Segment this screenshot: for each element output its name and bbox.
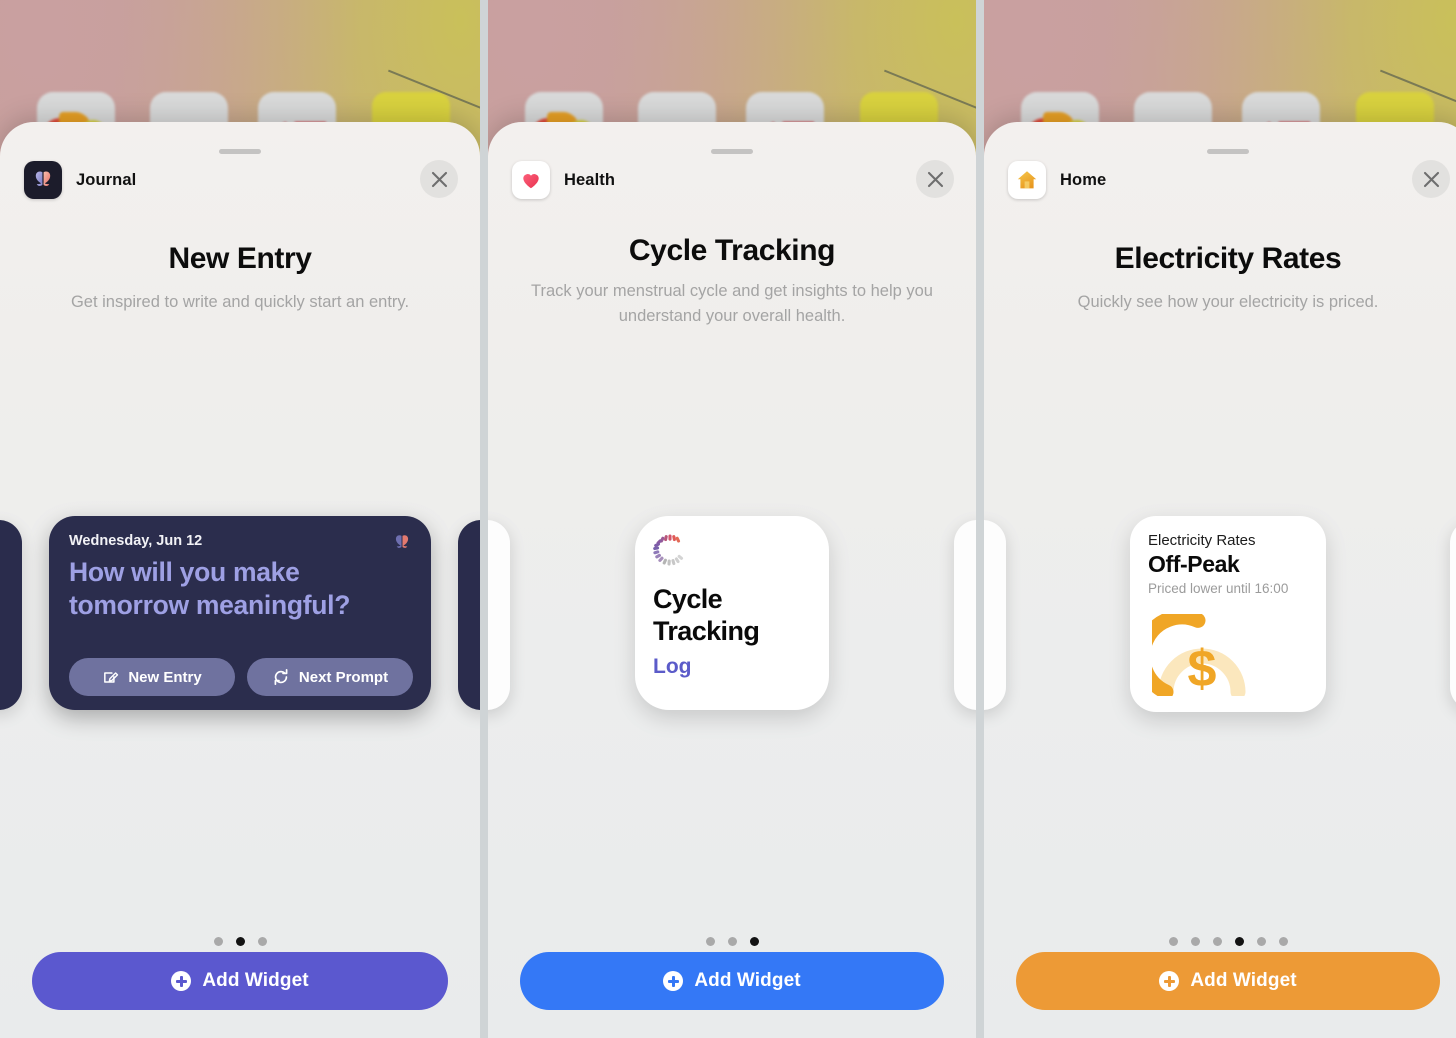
close-icon	[431, 171, 447, 187]
refresh-icon	[274, 668, 288, 686]
sheet-header: Journal	[24, 160, 458, 200]
page-dot-active[interactable]	[1234, 937, 1244, 946]
add-widget-label: Add Widget	[202, 970, 309, 991]
health-app-icon	[512, 161, 550, 199]
home-app-icon	[1008, 161, 1046, 199]
page-indicator-dots[interactable]	[984, 937, 1456, 946]
app-name-label: Health	[564, 170, 616, 189]
widget-rate-detail: Priced lower until 16:00	[1148, 581, 1289, 596]
widget-next-prompt-label: Next Prompt	[298, 668, 389, 686]
page-subtitle: Quickly see how your electricity is pric…	[1077, 293, 1379, 311]
page-title: Electricity Rates	[1114, 242, 1342, 275]
app-name-label: Home	[1060, 170, 1107, 189]
cycle-tracking-widget-preview[interactable]: Cycle Tracking Log	[635, 516, 829, 710]
plus-circle-icon	[663, 971, 684, 991]
widget-prompt-text: How will you make tomorrow meaningful?	[69, 557, 351, 620]
page-dot[interactable]	[1168, 937, 1178, 946]
plus-circle-icon	[171, 971, 192, 991]
add-widget-button[interactable]: Add Widget	[1016, 952, 1440, 1010]
journal-logo-icon	[391, 532, 413, 554]
health-heart-icon	[523, 174, 539, 189]
sheet-grabber[interactable]	[711, 149, 753, 154]
widget-sheet-home: Home Electricity Rates Quickly see how y…	[984, 122, 1456, 1038]
page-subtitle: Get inspired to write and quickly start …	[70, 293, 410, 311]
add-widget-button[interactable]: Add Widget	[32, 952, 448, 1010]
page-dot[interactable]	[1256, 937, 1266, 946]
plus-circle-icon	[1159, 971, 1180, 991]
widget-rate-state: Off-Peak	[1148, 551, 1240, 577]
panel-divider	[480, 0, 488, 1038]
cycle-ring-icon	[653, 534, 684, 566]
page-dot[interactable]	[257, 937, 267, 946]
close-button[interactable]	[420, 160, 458, 198]
widget-next-prompt-button[interactable]: Next Prompt	[247, 658, 413, 696]
panel-divider	[976, 0, 984, 1038]
page-dot[interactable]	[727, 937, 737, 946]
widget-new-entry-label: New Entry	[128, 668, 202, 686]
widget-picker-screenshots: Journal New Entry Get inspired to write …	[0, 0, 1456, 1038]
widget-log-action[interactable]: Log	[653, 655, 813, 679]
sheet-header: Health	[512, 160, 954, 200]
widget-new-entry-button[interactable]: New Entry	[69, 658, 235, 696]
page-indicator-dots[interactable]	[0, 937, 480, 946]
add-widget-label: Add Widget	[694, 970, 801, 991]
carousel-peek-right[interactable]	[954, 520, 976, 710]
page-dot-active[interactable]	[749, 937, 759, 946]
sheet-grabber[interactable]	[1207, 149, 1249, 154]
widget-sheet-journal: Journal New Entry Get inspired to write …	[0, 122, 480, 1038]
add-widget-button[interactable]: Add Widget	[520, 952, 944, 1010]
journal-prompt-widget-preview[interactable]: Wednesday, Jun 12 How will you make tomo…	[49, 516, 431, 710]
svg-text:$: $	[1188, 640, 1217, 696]
carousel-peek-left[interactable]	[0, 520, 22, 710]
page-indicator-dots[interactable]	[488, 937, 976, 946]
widget-label: Electricity Rates	[1148, 532, 1256, 549]
carousel-peek-left[interactable]	[488, 520, 510, 710]
widget-title: Cycle Tracking	[653, 584, 760, 646]
page-dot[interactable]	[1212, 937, 1222, 946]
app-name-label: Journal	[76, 170, 137, 189]
widget-carousel[interactable]: Electricity Rates Off-Peak Priced lower …	[984, 512, 1456, 722]
sheet-header: Home	[1008, 160, 1450, 200]
carousel-peek-left[interactable]	[984, 520, 1006, 710]
page-dot[interactable]	[705, 937, 715, 946]
sheet-grabber[interactable]	[219, 149, 261, 154]
electricity-rates-widget-preview[interactable]: Electricity Rates Off-Peak Priced lower …	[1130, 516, 1326, 712]
panel-journal: Journal New Entry Get inspired to write …	[0, 0, 480, 1038]
dollar-gauge-icon: $	[1135, 609, 1252, 700]
page-dot[interactable]	[1278, 937, 1288, 946]
page-dot[interactable]	[213, 937, 223, 946]
close-icon	[1423, 171, 1439, 187]
close-button[interactable]	[916, 160, 954, 198]
add-widget-label: Add Widget	[1190, 970, 1297, 991]
widget-carousel[interactable]: Wednesday, Jun 12 How will you make tomo…	[0, 512, 480, 722]
close-icon	[927, 171, 943, 187]
carousel-peek-right[interactable]	[1450, 520, 1456, 710]
page-dot-active[interactable]	[235, 937, 245, 946]
page-subtitle: Track your menstrual cycle and get insig…	[530, 282, 933, 325]
page-title: Cycle Tracking	[628, 234, 836, 267]
close-button[interactable]	[1412, 160, 1450, 198]
page-dot[interactable]	[1190, 937, 1200, 946]
carousel-peek-right[interactable]	[458, 520, 480, 710]
journal-app-icon	[24, 161, 62, 199]
widget-carousel[interactable]: Cycle Tracking Log	[488, 512, 976, 722]
page-title: New Entry	[168, 242, 312, 275]
widget-action-buttons: New Entry Next Prompt	[69, 658, 413, 696]
panel-home: Home Electricity Rates Quickly see how y…	[984, 0, 1456, 1038]
widget-date: Wednesday, Jun 12	[69, 533, 203, 549]
home-house-icon	[1017, 171, 1037, 189]
widget-sheet-health: Health Cycle Tracking Track your menstru…	[488, 122, 976, 1038]
panel-health: Health Cycle Tracking Track your menstru…	[488, 0, 976, 1038]
compose-icon	[104, 671, 119, 683]
